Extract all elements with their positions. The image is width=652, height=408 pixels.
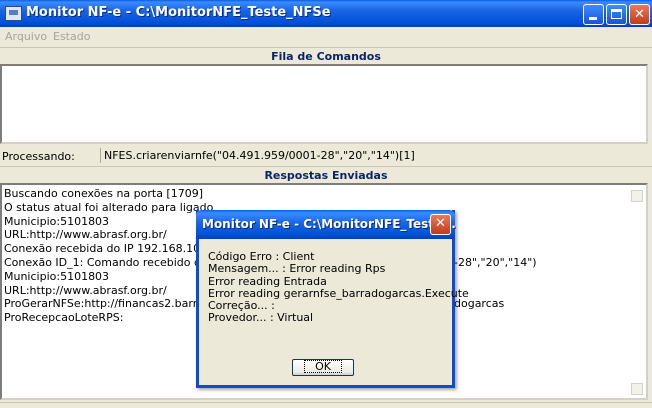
dialog-titlebar[interactable]: Monitor NF-e - C:\MonitorNFE_Teste... ✕ <box>196 210 456 239</box>
scroll-down-icon[interactable] <box>631 383 643 395</box>
log-line: URL:http://www.abrasf.org.br/ <box>4 228 167 242</box>
log-line: ProRecepcaoLoteRPS: <box>4 311 124 325</box>
dialog-message: Código Erro : Client Mensagem... : Error… <box>208 250 469 325</box>
queue-header: Fila de Comandos <box>0 47 652 65</box>
menu-arquivo[interactable]: Arquivo <box>5 30 47 43</box>
close-icon: ✕ <box>435 216 446 231</box>
maximize-button[interactable] <box>606 4 627 25</box>
dialog-line-provider: Provedor... : Virtual <box>208 311 314 325</box>
menu-estado[interactable]: Estado <box>53 30 90 43</box>
log-line: Conexão recebida do IP 192.168.10.67:1 <box>4 242 229 256</box>
responses-lines: Buscando conexões na porta [1709] O stat… <box>2 187 228 325</box>
scroll-up-icon[interactable] <box>631 190 643 202</box>
processing-label: Processando: <box>2 150 75 163</box>
log-line: Buscando conexões na porta [1709] <box>4 187 204 200</box>
close-button[interactable]: ✕ <box>629 4 650 25</box>
log-line: Municipio:5101803 <box>4 214 110 228</box>
minimize-button[interactable] <box>583 4 604 25</box>
log-line: Conexão ID_1: Comando recebido de 19 <box>4 255 226 269</box>
error-dialog: Monitor NF-e - C:\MonitorNFE_Teste... ✕ … <box>196 210 469 388</box>
window-titlebar[interactable]: Monitor NF-e - C:\MonitorNFE_Teste_NFSe … <box>0 0 652 27</box>
dialog-line-message: Mensagem... : Error reading Rps <box>208 262 386 276</box>
dialog-close-button[interactable]: ✕ <box>430 214 451 235</box>
bottom-panel-edge <box>0 402 652 408</box>
log-line: ProGerarNFSe:http://financas2.barradog <box>4 297 225 311</box>
ok-button-label: OK <box>304 360 342 373</box>
processing-row: Processando: NFES.criarenviarnfe("04.491… <box>0 147 652 165</box>
app-icon <box>5 6 22 21</box>
ok-button[interactable]: OK <box>292 359 354 376</box>
log-line: O status atual foi alterado para ligado <box>4 200 214 214</box>
minimize-icon <box>589 17 597 20</box>
queue-list[interactable] <box>0 64 648 144</box>
close-icon: ✕ <box>634 7 645 22</box>
menu-bar: Arquivo Estado <box>0 27 652 45</box>
log-line: Municipio:5101803 <box>4 269 110 283</box>
responses-header: Respostas Enviadas <box>0 166 652 184</box>
maximize-icon <box>611 9 622 19</box>
dialog-title: Monitor NF-e - C:\MonitorNFE_Teste... <box>202 217 456 231</box>
window-title: Monitor NF-e - C:\MonitorNFE_Teste_NFSe <box>26 5 331 20</box>
processing-value: NFES.criarenviarnfe("04.491.959/0001-28"… <box>100 148 652 163</box>
log-line: URL:http://www.abrasf.org.br/ <box>4 283 167 297</box>
